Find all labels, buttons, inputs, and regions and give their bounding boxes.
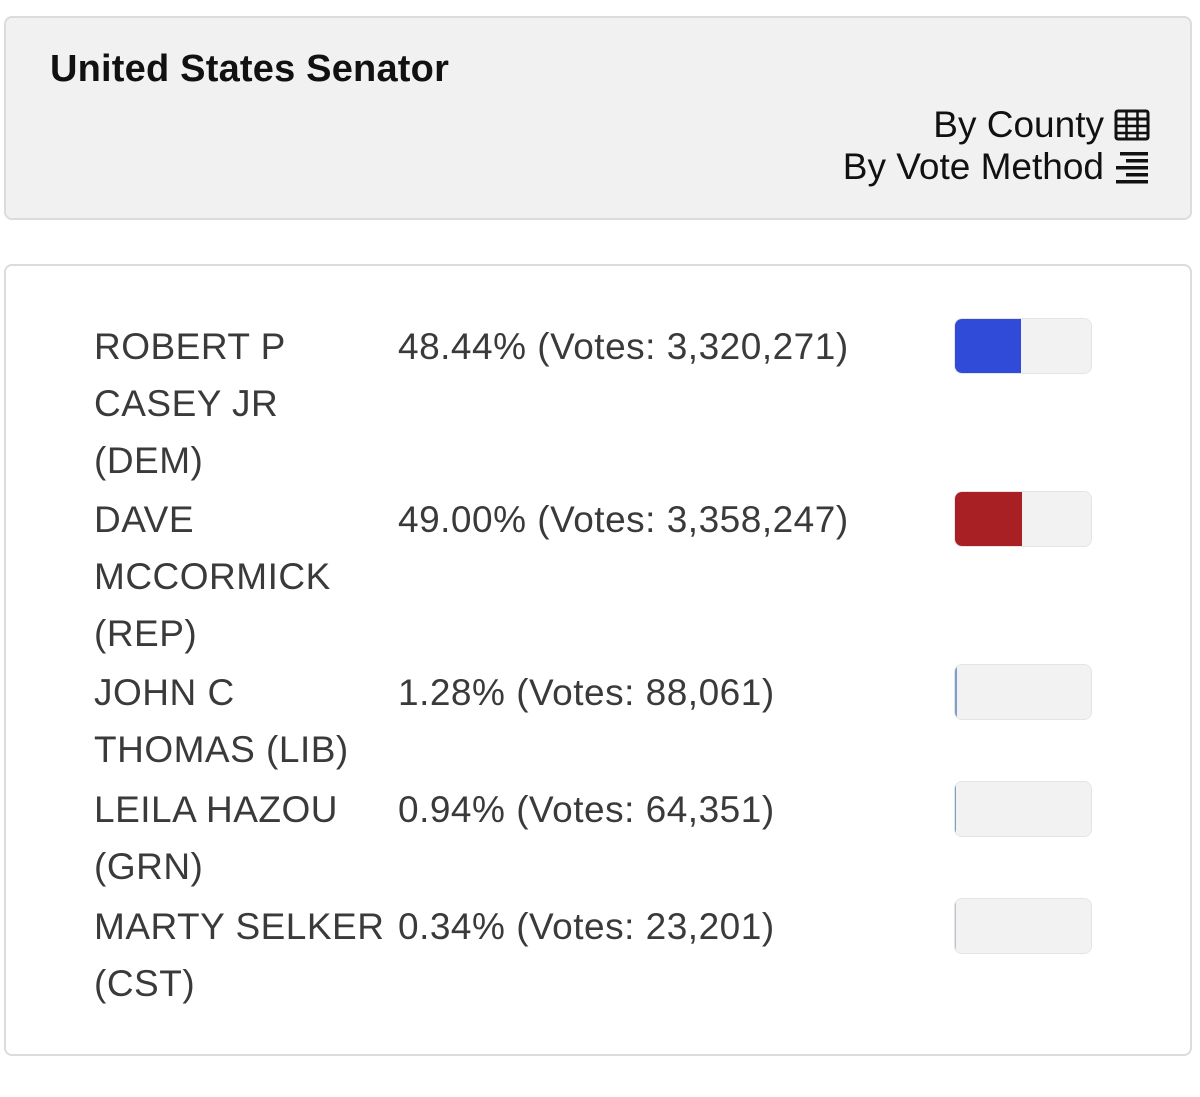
vote-share-fill <box>955 782 957 836</box>
by-county-link[interactable]: By County <box>843 104 1150 146</box>
candidate-name: JOHN C THOMAS (LIB) <box>94 672 349 770</box>
vote-share-fill <box>955 665 957 719</box>
vote-share-fill <box>955 319 1021 373</box>
by-county-label: By County <box>933 104 1104 145</box>
candidate-result: 0.94% (Votes: 64,351) <box>398 789 775 830</box>
vote-share-fill <box>955 492 1022 546</box>
vote-share-bar <box>954 781 1092 837</box>
vote-share-bar <box>954 664 1092 720</box>
candidate-result: 49.00% (Votes: 3,358,247) <box>398 499 849 540</box>
candidate-result: 1.28% (Votes: 88,061) <box>398 672 775 713</box>
results-panel: ROBERT P CASEY JR (DEM) 48.44% (Votes: 3… <box>4 264 1192 1056</box>
race-header: United States Senator By County By Vote … <box>4 16 1192 220</box>
view-links: By County By Vote Method <box>843 104 1150 188</box>
list-lines-icon <box>1114 150 1150 184</box>
candidate-result: 0.34% (Votes: 23,201) <box>398 906 775 947</box>
vote-share-bar <box>954 898 1092 954</box>
candidate-name: DAVE MCCORMICK (REP) <box>94 499 331 654</box>
candidate-name: MARTY SELKER (CST) <box>94 906 385 1004</box>
race-title: United States Senator <box>50 48 450 90</box>
vote-share-bar <box>954 491 1092 547</box>
candidate-name: LEILA HAZOU (GRN) <box>94 789 339 887</box>
table-grid-icon <box>1114 108 1150 142</box>
by-vote-method-link[interactable]: By Vote Method <box>843 146 1150 188</box>
vote-share-bar <box>954 318 1092 374</box>
candidate-name: ROBERT P CASEY JR (DEM) <box>94 326 286 481</box>
by-vote-method-label: By Vote Method <box>842 146 1104 187</box>
candidate-result: 48.44% (Votes: 3,320,271) <box>398 326 849 367</box>
